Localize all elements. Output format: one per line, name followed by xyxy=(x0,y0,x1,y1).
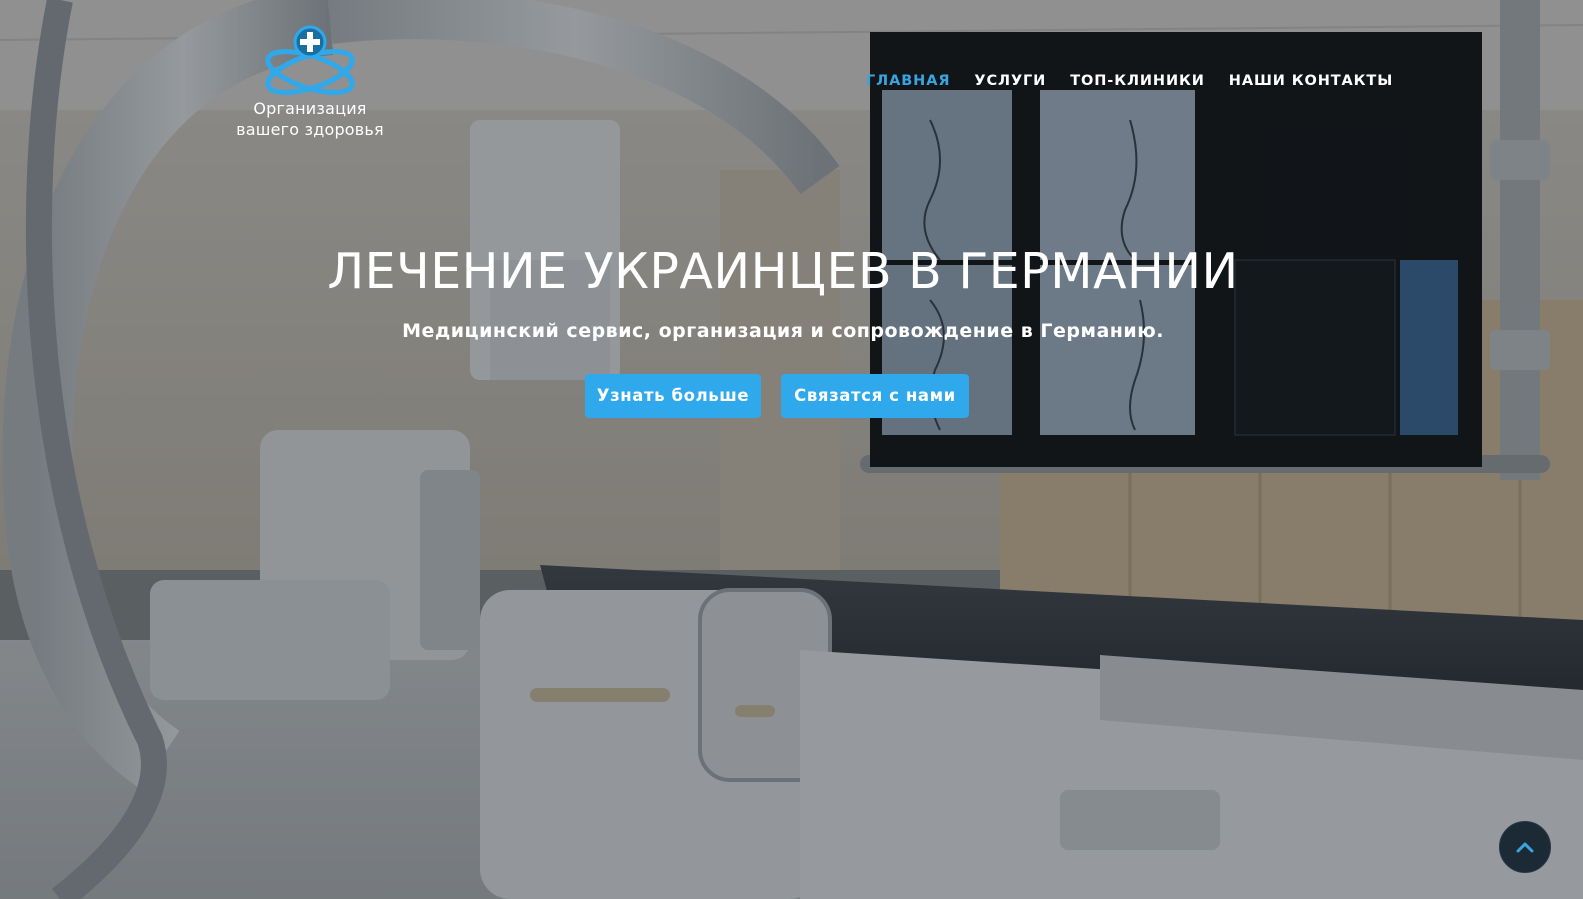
hero-subtitle: Медицинский сервис, организация и сопров… xyxy=(402,320,1164,342)
brand-name-line1: Организация xyxy=(253,99,367,118)
chevron-up-icon xyxy=(1516,842,1534,853)
nav-item-services[interactable]: УСЛУГИ xyxy=(974,72,1046,90)
learn-more-button[interactable]: Узнать больше xyxy=(585,374,761,418)
nav-item-top-clinics[interactable]: ТОП-КЛИНИКИ xyxy=(1070,72,1205,90)
nav-item-contacts[interactable]: НАШИ КОНТАКТЫ xyxy=(1229,72,1393,90)
scroll-to-top-button[interactable] xyxy=(1499,821,1551,873)
brand-name: Организация вашего здоровья xyxy=(228,98,392,140)
brand-name-line2: вашего здоровья xyxy=(236,120,384,139)
medical-cross-orbit-logo-icon xyxy=(265,25,355,95)
hero-section: Организация вашего здоровья ГЛАВНАЯ УСЛУ… xyxy=(0,0,1583,899)
contact-us-button[interactable]: Связатся с нами xyxy=(781,374,969,418)
nav-item-home[interactable]: ГЛАВНАЯ xyxy=(866,72,950,90)
brand-logo[interactable]: Организация вашего здоровья xyxy=(228,22,392,140)
hero-title: ЛЕЧЕНИЕ УКРАИНЦЕВ В ГЕРМАНИИ xyxy=(327,243,1239,300)
main-nav: ГЛАВНАЯ УСЛУГИ ТОП-КЛИНИКИ НАШИ КОНТАКТЫ xyxy=(866,72,1417,90)
